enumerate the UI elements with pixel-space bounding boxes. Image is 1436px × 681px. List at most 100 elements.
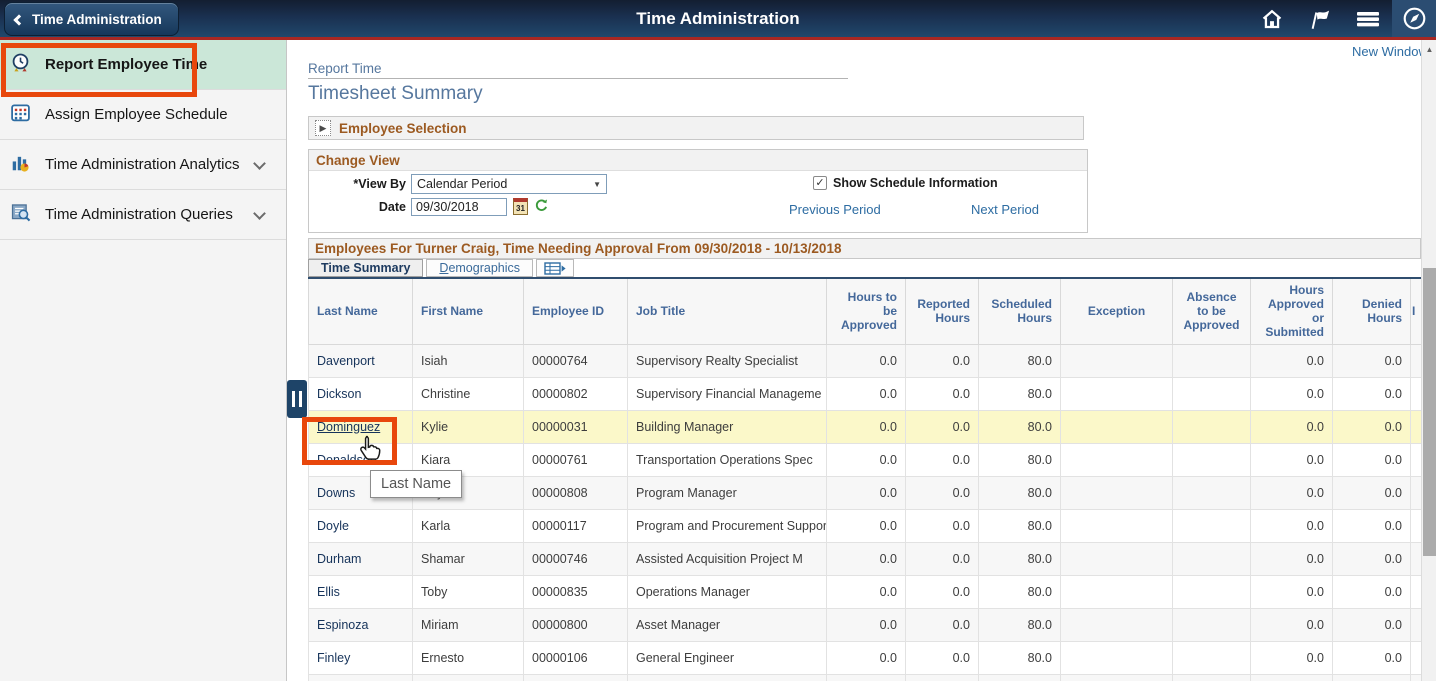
column-header-denied-hours[interactable]: Denied Hours [1333,278,1411,344]
column-header-employee-id[interactable]: Employee ID [524,278,628,344]
hours-to-be-approved-cell: 0.0 [827,608,906,641]
column-header-hours-approved-or-submitted[interactable]: Hours Approved or Submitted [1251,278,1333,344]
scheduled-hours-cell: 80.0 [979,608,1061,641]
sidebar-item-time-administration-analytics[interactable]: Time Administration Analytics [0,140,286,190]
column-header-scheduled-hours[interactable]: Scheduled Hours [979,278,1061,344]
home-icon[interactable] [1248,0,1296,37]
sidebar-item-time-administration-queries[interactable]: Time Administration Queries [0,190,286,240]
column-header-hours-to-be-approved[interactable]: Hours to be Approved [827,278,906,344]
hours-to-be-approved-cell: 0.0 [827,542,906,575]
change-view-title: Change View [316,153,400,168]
first-name-cell: Ernesto [413,641,524,674]
last-name-cell: Ellis [309,575,413,608]
employee-id-cell: 00000106 [524,641,628,674]
previous-period-link[interactable]: Previous Period [789,202,881,217]
exception-cell [1061,344,1173,377]
employee-id-cell: 00000746 [524,542,628,575]
next-period-link[interactable]: Next Period [971,202,1039,217]
employee-last-name-link[interactable]: Doyle [317,519,349,533]
new-window-link[interactable]: New Window [1352,44,1428,59]
tab-label: Time Summary [321,261,410,275]
last-name-cell: Espinoza [309,608,413,641]
clipped-cell [1061,674,1173,681]
check-icon: ✓ [815,177,824,189]
table-row: DicksonChristine00000802Supervisory Fina… [309,377,1422,410]
sidebar-item-report-employee-time[interactable]: Report Employee Time [0,40,286,90]
change-view-header: Change View [309,150,1087,171]
job-title-cell: Program and Procurement Suppor [628,509,827,542]
last-name-cell: Finley [309,641,413,674]
clipped-cell [1173,674,1251,681]
view-by-label: *View By [309,177,406,191]
absence-to-be-approved-cell [1173,608,1251,641]
reported-hours-cell: 0.0 [906,443,979,476]
employee-id-cell: 00000031 [524,410,628,443]
breadcrumb: Report Time [308,61,382,76]
sidebar-item-label: Time Administration Queries [45,206,233,223]
hours-to-be-approved-cell: 0.0 [827,641,906,674]
table-row: EllisToby00000835Operations Manager0.00.… [309,575,1422,608]
clipped-cell [1411,377,1422,410]
navbar-compass-icon[interactable] [1392,0,1436,37]
first-name-cell: Toby [413,575,524,608]
sidebar-item-assign-employee-schedule[interactable]: Assign Employee Schedule [0,90,286,140]
hours-to-be-approved-cell: 0.0 [827,509,906,542]
view-by-select[interactable]: Calendar Period ▼ [411,174,607,194]
employee-last-name-link[interactable]: Donaldson [317,453,377,467]
column-header-reported-hours[interactable]: Reported Hours [906,278,979,344]
table-row: EspinozaMiriam00000800Asset Manager0.00.… [309,608,1422,641]
vertical-scrollbar[interactable]: ▲ [1421,40,1436,681]
scheduled-hours-cell: 80.0 [979,476,1061,509]
show-all-columns-button[interactable] [536,259,574,277]
scrollbar-thumb[interactable] [1423,268,1436,556]
date-input[interactable]: 09/30/2018 [411,198,507,216]
first-name-cell: Miriam [413,608,524,641]
expand-arrow-icon[interactable]: ▶ [315,120,331,136]
employee-last-name-link[interactable]: Durham [317,552,361,566]
first-name-cell: Shamar [413,542,524,575]
side-page-tab-handle[interactable] [287,380,307,418]
hours-approved-or-submitted-cell: 0.0 [1251,377,1333,410]
clipped-cell [1333,674,1411,681]
column-header-last-name[interactable]: Last Name [309,278,413,344]
sidebar: Report Employee Time Assign Employee Sch… [0,40,287,681]
refresh-icon[interactable] [534,198,549,218]
calendar-picker-icon[interactable]: 31 [513,198,528,215]
employee-last-name-link[interactable]: Downs [317,486,355,500]
column-header-absence-to-be-approved[interactable]: Absence to be Approved [1173,278,1251,344]
employee-last-name-link[interactable]: Espinoza [317,618,368,632]
tab-time-summary[interactable]: Time Summary [308,259,423,277]
first-name-cell: Isiah [413,344,524,377]
denied-hours-cell: 0.0 [1333,641,1411,674]
clipped-cell [1411,410,1422,443]
table-row: DavenportIsiah00000764Supervisory Realty… [309,344,1422,377]
employees-header: Employees For Turner Craig, Time Needing… [315,241,841,256]
topbar-icons [1248,0,1392,37]
employee-last-name-link[interactable]: Dominguez [317,420,380,434]
exception-cell [1061,608,1173,641]
clipped-cell [1411,443,1422,476]
scroll-up-arrow-icon[interactable]: ▲ [1422,42,1436,57]
clock-icon [10,52,31,78]
job-title-cell: Operations Manager [628,575,827,608]
flag-icon[interactable] [1296,0,1344,37]
employee-last-name-link[interactable]: Davenport [317,354,375,368]
employee-last-name-link[interactable]: Finley [317,651,350,665]
exception-cell [1061,575,1173,608]
column-header-exception[interactable]: Exception [1061,278,1173,344]
reported-hours-cell: 0.0 [906,410,979,443]
reported-hours-cell: 0.0 [906,641,979,674]
denied-hours-cell: 0.0 [1333,575,1411,608]
column-header-first-name[interactable]: First Name [413,278,524,344]
exception-cell [1061,410,1173,443]
tab-demographics[interactable]: Demographics [426,259,533,277]
clipped-cell [1411,344,1422,377]
show-schedule-checkbox[interactable]: ✓ [813,176,827,190]
menu-icon[interactable] [1344,0,1392,37]
employee-id-cell: 00000800 [524,608,628,641]
employee-last-name-link[interactable]: Dickson [317,387,361,401]
employee-last-name-link[interactable]: Ellis [317,585,340,599]
employee-id-cell: 00000802 [524,377,628,410]
column-header-job-title[interactable]: Job Title [628,278,827,344]
employee-id-cell: 00000761 [524,443,628,476]
